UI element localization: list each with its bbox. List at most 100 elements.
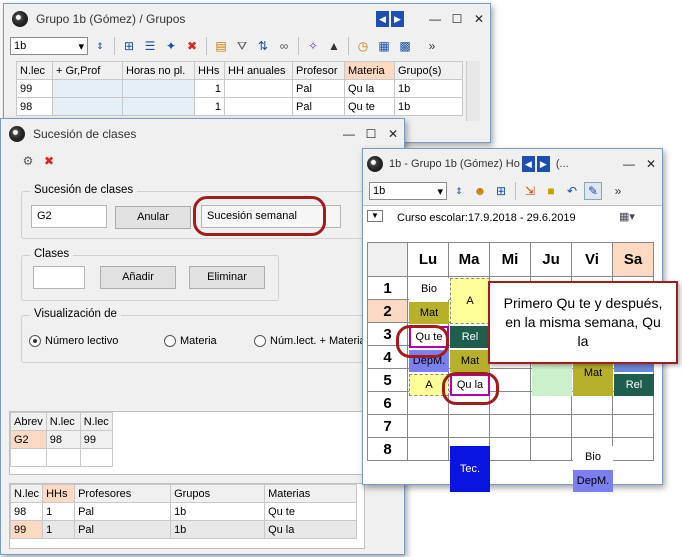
table-row[interactable]: 99 1 Pal 1b Qu la [9,520,358,539]
chevron-down-icon: ▾ [78,40,84,53]
report-icon[interactable]: ▤ [212,37,230,55]
close-button[interactable]: ✕ [382,127,404,141]
radio-num-materia[interactable]: Núm.lect. + Materia [254,335,366,347]
lesson-cell[interactable]: Bio [573,446,613,468]
sort-icon[interactable]: ⇅ [254,37,272,55]
minimize-button[interactable]: — [424,12,446,26]
delete-icon[interactable]: ✖ [40,152,58,170]
lock-icon[interactable]: ■ [542,182,560,200]
sucesion-title: Sucesión de clases [33,127,137,141]
col-header[interactable]: HHs [194,61,225,80]
col-header[interactable]: Profesores [74,484,172,503]
anadir-button[interactable]: Añadir [100,266,176,289]
graduation-icon[interactable]: ▲ [325,37,343,55]
close-button[interactable]: ✕ [640,157,662,171]
clock-icon[interactable]: ◷ [354,37,372,55]
prev-arrow-icon[interactable]: ◀ [521,156,535,172]
vertical-scrollbar[interactable] [466,61,480,121]
col-header[interactable]: N.lec [16,61,53,80]
filter-icon[interactable]: ⛛ [233,37,251,55]
grid-icon[interactable]: ⊞ [120,37,138,55]
lesson-cell[interactable]: Rel [614,374,654,396]
timetable-title: 1b - Grupo 1b (Gómez) Ho [389,158,520,170]
radio-materia[interactable]: Materia [164,335,217,347]
period-header: 1 [367,276,408,300]
col-header[interactable]: + Gr,Prof [52,61,123,80]
highlight-oval-qu-te [396,325,449,358]
lesson-cell[interactable]: A [450,278,490,324]
table-row[interactable]: 98 1 Pal Qu te 1b [16,97,463,116]
lesson-cell[interactable]: Mat [450,350,490,372]
grupo-select[interactable]: 1b ▾ [10,37,88,55]
col-header[interactable]: Horas no pl. [122,61,195,80]
chevron-down-icon: ▾ [437,185,443,198]
lesson-cell[interactable]: Tec. [450,446,490,492]
spin-icon[interactable]: ⇕ [450,182,468,200]
close-button[interactable]: ✕ [468,12,490,26]
col-header[interactable]: Abrev [10,412,47,431]
next-arrow-icon[interactable]: ▶ [536,156,550,172]
list-icon[interactable]: ☰ [141,37,159,55]
grid-icon[interactable]: ⊞ [492,182,510,200]
link-icon[interactable]: ∞ [275,37,293,55]
lesson-cell[interactable]: Bio [409,278,449,300]
table-header-row: Abrev N.lec N.lec [10,412,113,431]
timetable-select-value: 1b [373,185,386,197]
radio-label: Núm.lect. + Materia [270,335,366,347]
sucesion-input[interactable]: G2 [31,205,107,228]
gears-icon[interactable]: ⚙ [19,152,37,170]
calendar-dropdown-icon[interactable]: ▦▾ [619,210,649,228]
col-header[interactable]: N.lec [45,412,81,431]
table-row[interactable]: G2 98 99 [10,430,113,449]
app-icon [12,11,28,27]
col-header[interactable]: N.lec [9,484,44,503]
new-icon[interactable]: ✦ [162,37,180,55]
cell: 99 [79,430,113,449]
lesson-cell[interactable]: Rel [450,326,490,348]
overflow-icon[interactable]: » [609,182,627,200]
overflow-icon[interactable]: » [423,37,441,55]
table-row[interactable] [10,448,113,467]
table-row[interactable]: 98 1 Pal 1b Qu te [9,502,358,521]
col-header[interactable]: Materias [264,484,358,503]
brush-icon[interactable]: ✎ [584,182,602,200]
col-header[interactable]: HH anuales [224,61,293,80]
minimize-button[interactable]: — [618,157,640,171]
col-header[interactable]: Profesor [292,61,345,80]
col-header[interactable]: HHs [42,484,76,503]
grupos-titlebar: Grupo 1b (Gómez) / Grupos ◀ ▶ — ☐ ✕ [4,4,490,34]
people-icon[interactable]: ☻ [471,182,489,200]
timetable-icon[interactable]: ▦ [375,37,393,55]
col-header[interactable]: N.lec [79,412,113,431]
wand-icon[interactable]: ✧ [304,37,322,55]
clases-input[interactable] [33,266,85,289]
undo-icon[interactable]: ↶ [563,182,581,200]
delete-icon[interactable]: ✖ [183,37,201,55]
settings-grid-icon[interactable]: ▩ [396,37,414,55]
cell: 98 [16,97,53,116]
eliminar-button[interactable]: Eliminar [189,266,265,289]
timetable-select[interactable]: 1b ▾ [369,182,447,200]
cell: 99 [16,79,53,98]
prev-arrow-icon[interactable]: ◀ [376,11,389,27]
options-dropdown-icon[interactable]: ▼ [367,210,383,222]
maximize-button[interactable]: ☐ [360,127,382,141]
lesson-cell[interactable]: Mat [409,302,449,324]
col-header[interactable]: Materia [344,61,395,80]
cell: Pal [292,97,345,116]
lesson-cell[interactable]: DepM. [573,470,613,492]
period-header: 7 [367,414,408,438]
table-row[interactable]: 99 1 Pal Qu la 1b [16,79,463,98]
cell [52,79,123,98]
cell [52,97,123,116]
maximize-button[interactable]: ☐ [446,12,468,26]
anular-button[interactable]: Anular [115,206,191,229]
radio-numero-lectivo[interactable]: Número lectivo [29,335,118,347]
next-arrow-icon[interactable]: ▶ [391,11,404,27]
spin-icon[interactable]: ⇕ [91,37,109,55]
col-header[interactable]: Grupo(s) [394,61,463,80]
col-header[interactable]: Grupos [170,484,266,503]
minimize-button[interactable]: — [338,127,360,141]
curso-label: Curso escolar:17.9.2018 - 29.6.2019 [397,212,576,224]
import-icon[interactable]: ⇲ [521,182,539,200]
